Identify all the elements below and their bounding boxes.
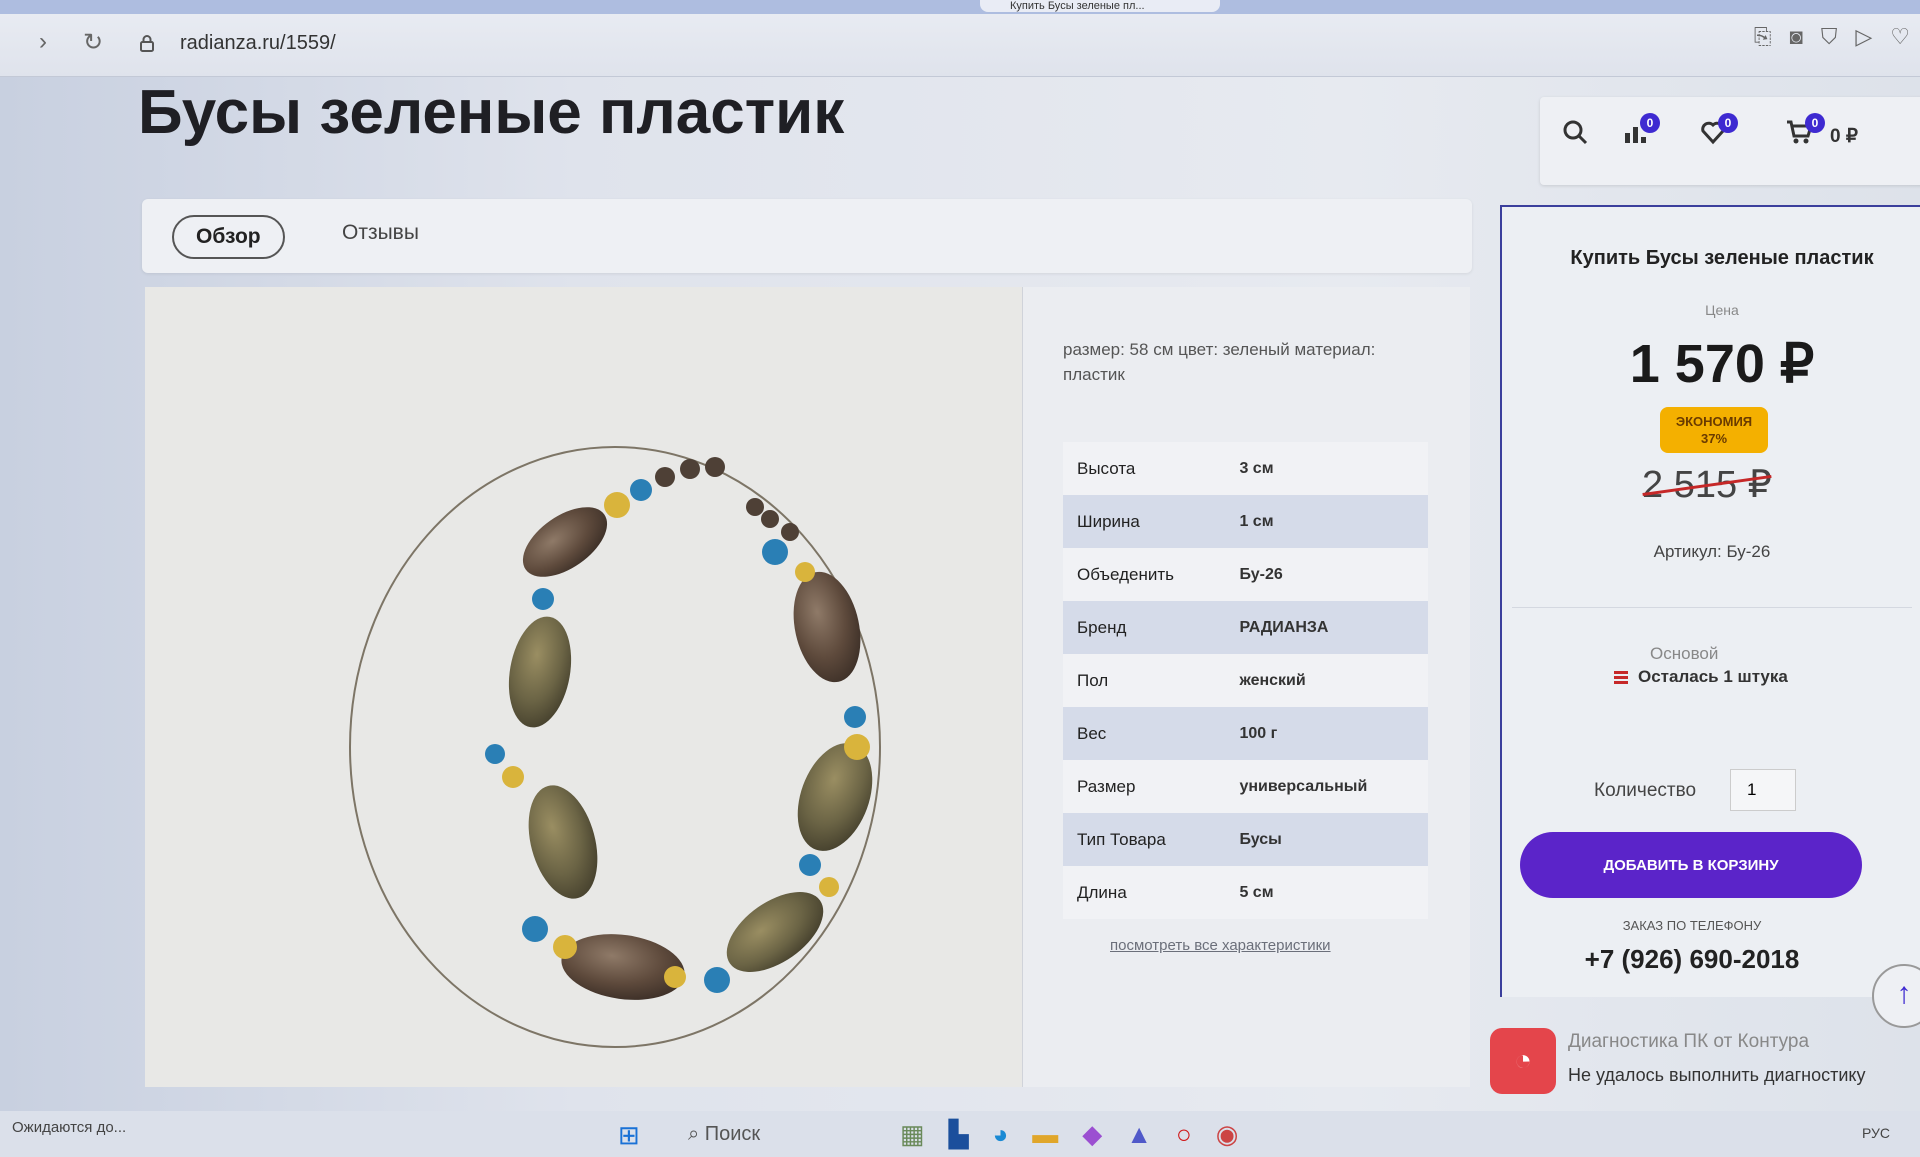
page-title: Бусы зеленые пластик xyxy=(138,78,845,147)
teams-icon[interactable]: ▲ xyxy=(1126,1119,1152,1150)
product-page: Бусы зеленые пластик Обзор Отзывы размер… xyxy=(0,77,1920,1111)
taskbar-apps: ▦ ▙ ◕ ▬ ◆ ▲ ○ ◉ xyxy=(900,1119,1238,1150)
play-icon[interactable]: ▷ xyxy=(1855,24,1872,50)
necklace-image xyxy=(349,446,881,1048)
taskbar-search-label: Поиск xyxy=(704,1123,761,1145)
product-content: размер: 58 см цвет: зеленый материал: пл… xyxy=(145,287,1470,1087)
current-price: 1 570 ₽ xyxy=(1629,334,1815,394)
spec-name: Размер xyxy=(1063,760,1226,813)
spec-value: 3 см xyxy=(1225,442,1428,495)
table-row: Размер универсальный xyxy=(1063,760,1428,813)
reload-icon[interactable]: ↻ xyxy=(78,28,108,57)
tab-reviews[interactable]: Отзывы xyxy=(342,221,419,245)
store-icon[interactable]: ◆ xyxy=(1082,1119,1102,1150)
edge-icon[interactable]: ◕ xyxy=(993,1119,1009,1150)
cart-badge: 0 xyxy=(1805,113,1825,133)
spec-value: 1 см xyxy=(1225,495,1428,548)
table-row: Длина 5 см xyxy=(1063,866,1428,919)
spec-name: Вес xyxy=(1063,707,1226,760)
folder-icon[interactable]: ▬ xyxy=(1032,1119,1058,1150)
spec-value: Бу-26 xyxy=(1225,548,1428,601)
add-to-cart-button[interactable]: ДОБАВИТЬ В КОРЗИНУ xyxy=(1520,832,1862,898)
product-description: размер: 58 см цвет: зеленый материал: пл… xyxy=(1063,340,1376,384)
tab-overview[interactable]: Обзор xyxy=(172,215,285,259)
forward-icon[interactable]: › xyxy=(28,28,58,56)
notification-title: Диагностика ПК от Контура xyxy=(1568,1031,1810,1052)
heart-icon[interactable]: ♡ xyxy=(1890,24,1910,50)
search-icon[interactable] xyxy=(1562,119,1588,152)
header-icons: 0 0 0 xyxy=(1540,97,1920,185)
savings-label: ЭКОНОМИЯ xyxy=(1675,414,1753,429)
phone-order-label: ЗАКАЗ ПО ТЕЛЕФОНУ xyxy=(1622,918,1762,933)
all-specs-link[interactable]: посмотреть все характеристики xyxy=(1110,937,1331,954)
spec-name: Высота xyxy=(1063,442,1226,495)
sku: Артикул: Бу-26 xyxy=(1653,542,1771,561)
taskbar-search[interactable]: ⌕ Поиск xyxy=(688,1123,760,1146)
table-row: Ширина 1 см xyxy=(1063,495,1428,548)
spec-value: 5 см xyxy=(1225,866,1428,919)
warehouse-label: Основой xyxy=(1650,644,1719,663)
spec-value: Бусы xyxy=(1225,813,1428,866)
browser-tab-active[interactable]: Купить Бусы зеленые пл... xyxy=(980,0,1220,12)
stock-text: Осталась 1 штука xyxy=(1638,667,1788,686)
camera-icon[interactable]: ◙ xyxy=(1790,24,1803,50)
notification-text: Не удалось выполнить диагностику xyxy=(1568,1065,1866,1085)
lock-icon xyxy=(132,34,162,57)
spec-value: 100 г xyxy=(1225,707,1428,760)
compare-badge: 0 xyxy=(1640,113,1660,133)
wishlist-badge: 0 xyxy=(1718,113,1738,133)
browser-toolbar: › ↻ radianza.ru/1559/ ⎘ ◙ ⛉ ▷ ♡ xyxy=(0,14,1920,77)
file-manager-icon[interactable]: ▙ xyxy=(949,1119,969,1150)
cart-total: 0 ₽ xyxy=(1830,126,1858,147)
compare-icon[interactable]: 0 xyxy=(1622,113,1660,152)
table-row: Объеденить Бу-26 xyxy=(1063,548,1428,601)
kontur-icon: ◔ xyxy=(1490,1028,1556,1094)
table-row: Вес 100 г xyxy=(1063,707,1428,760)
table-row: Высота 3 см xyxy=(1063,442,1428,495)
windows-start-icon[interactable]: ⊞ xyxy=(618,1120,640,1151)
spec-value: женский xyxy=(1225,654,1428,707)
spec-name: Пол xyxy=(1063,654,1226,707)
address-bar-url[interactable]: radianza.ru/1559/ xyxy=(180,32,336,55)
price-label: Цена xyxy=(1705,302,1739,318)
old-price: 2 515 ₽ xyxy=(1642,464,1772,506)
system-tray[interactable]: РУС xyxy=(1862,1125,1890,1141)
spec-name: Длина xyxy=(1063,866,1226,919)
product-image[interactable] xyxy=(145,287,1023,1087)
browser-tabstrip: Купить Бусы зеленые пл... xyxy=(0,0,1920,14)
table-row: Пол женский xyxy=(1063,654,1428,707)
product-tabs: Обзор Отзывы xyxy=(142,199,1472,273)
table-row: Бренд РАДИАНЗА xyxy=(1063,601,1428,654)
specs-table: Высота 3 см Ширина 1 см Объеденить Бу-26 Бр… xyxy=(1063,442,1428,919)
shield-icon[interactable]: ⛉ xyxy=(1821,24,1838,50)
buy-box: Купить Бусы зеленые пластик Цена 1 570 ₽… xyxy=(1500,205,1920,997)
stock-level-icon xyxy=(1614,670,1628,685)
buy-title: Купить Бусы зеленые пластик xyxy=(1570,247,1874,269)
spec-name: Объеденить xyxy=(1063,548,1226,601)
spec-value: универсальный xyxy=(1225,760,1428,813)
cart-icon[interactable]: 0 xyxy=(1785,113,1825,152)
widgets-icon[interactable]: ▦ xyxy=(900,1119,925,1150)
wishlist-icon[interactable]: 0 xyxy=(1700,113,1738,152)
spec-name: Бренд xyxy=(1063,601,1226,654)
phone-number[interactable]: +7 (926) 690-2018 xyxy=(1502,944,1882,975)
taskbar-status: Ожидаются до... xyxy=(12,1119,127,1136)
notification[interactable]: ◔ Диагностика ПК от Контура Не удалось в… xyxy=(1480,1010,1920,1110)
taskbar: Ожидаются до... ⊞ ⌕ Поиск ▦ ▙ ◕ ▬ ◆ ▲ ○ … xyxy=(0,1111,1920,1157)
share-icon[interactable]: ⎘ xyxy=(1754,24,1772,50)
savings-value: 37% xyxy=(1700,431,1728,446)
quantity-input[interactable] xyxy=(1730,769,1796,811)
quantity-label: Количество xyxy=(1594,780,1697,801)
divider xyxy=(1512,607,1912,608)
savings-badge: ЭКОНОМИЯ 37% xyxy=(1660,407,1768,453)
opera-icon[interactable]: ○ xyxy=(1176,1119,1192,1150)
spec-value: РАДИАНЗА xyxy=(1225,601,1428,654)
table-row: Тип Товара Бусы xyxy=(1063,813,1428,866)
app-icon[interactable]: ◉ xyxy=(1216,1119,1239,1150)
spec-name: Ширина xyxy=(1063,495,1226,548)
spec-name: Тип Товара xyxy=(1063,813,1226,866)
browser-toolbar-icons: ⎘ ◙ ⛉ ▷ ♡ xyxy=(1754,24,1910,50)
stock-status: Осталась 1 штука xyxy=(1614,667,1788,687)
